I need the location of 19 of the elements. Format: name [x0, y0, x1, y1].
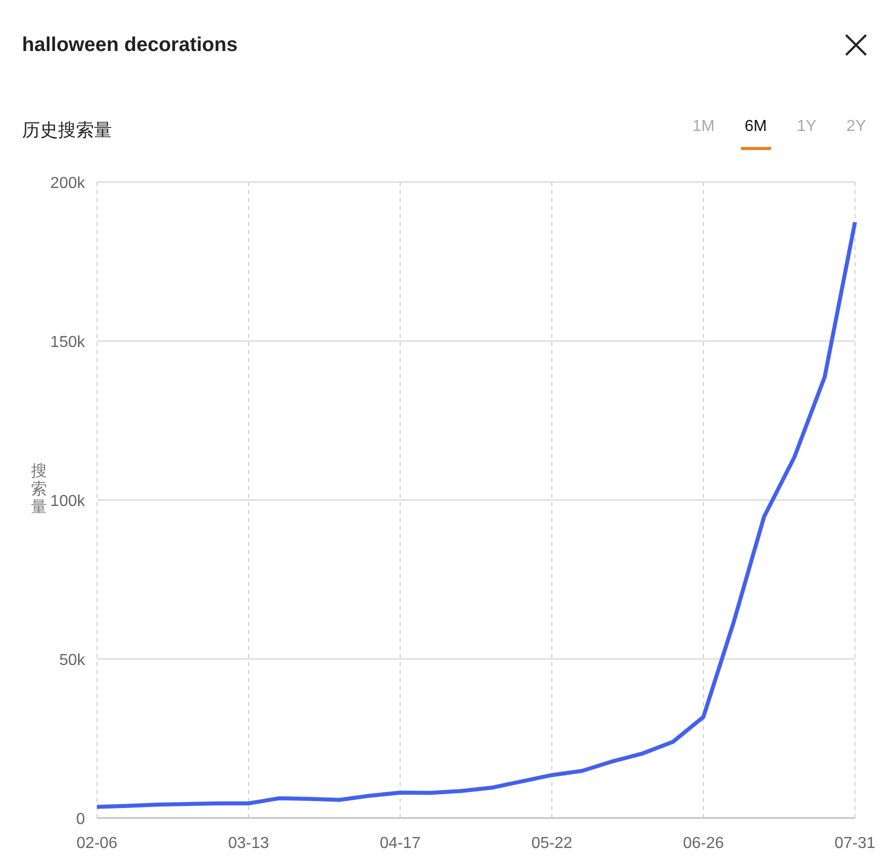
y-tick-label: 200k [50, 175, 85, 192]
section-title: 历史搜索量 [22, 118, 112, 142]
y-tick-label: 0 [76, 811, 85, 828]
y-tick-label: 50k [59, 652, 85, 669]
dialog-title: halloween decorations [22, 33, 238, 58]
x-tick-label: 07-31 [834, 835, 876, 852]
range-tab[interactable]: 1M [688, 110, 719, 150]
x-tick-label: 02-06 [76, 835, 118, 852]
x-tick-label: 03-13 [228, 835, 270, 852]
range-tab[interactable]: 6M [740, 110, 771, 150]
y-tick-label: 150k [50, 334, 85, 351]
range-tab[interactable]: 1Y [792, 110, 820, 150]
x-tick-label: 04-17 [380, 835, 421, 852]
x-tick-label: 05-22 [531, 835, 572, 852]
x-tick-label: 06-26 [682, 835, 724, 852]
y-axis-title: 搜索量 [31, 463, 47, 516]
y-tick-label: 100k [50, 493, 85, 510]
range-tab[interactable]: 2Y [842, 110, 870, 150]
close-icon [844, 33, 868, 57]
